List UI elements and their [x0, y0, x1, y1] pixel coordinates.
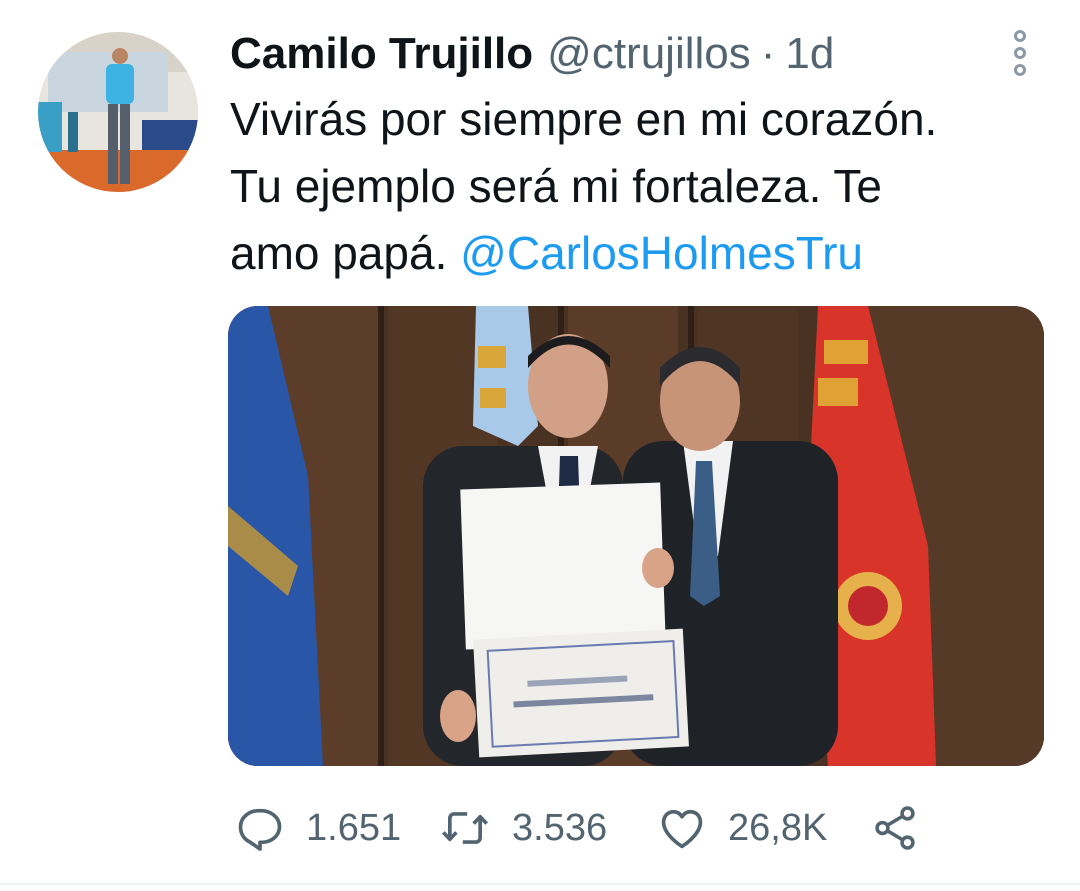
more-dot: [1014, 47, 1026, 59]
tweet-photo[interactable]: [228, 306, 1044, 766]
retweet-icon: [441, 812, 489, 844]
retweet-count: 3.536: [512, 806, 608, 849]
author-handle[interactable]: @ctrujillos: [547, 28, 751, 80]
reply-button[interactable]: 1.651: [234, 796, 401, 860]
tweet-action-bar: 1.651 3.536 26,8K: [230, 796, 950, 860]
author-avatar[interactable]: [38, 32, 198, 192]
share-button[interactable]: [870, 796, 920, 860]
tweet-text-line: amo papá. @CarlosHolmesTru: [230, 220, 1050, 287]
share-icon: [875, 806, 915, 850]
tweet-text-fragment: amo papá.: [230, 227, 461, 279]
tweet-header: Camilo Trujillo @ctrujillos · 1d: [230, 28, 834, 80]
more-dot: [1014, 30, 1026, 42]
tweet-text: Vivirás por siempre en mi corazón. Tu ej…: [230, 86, 1050, 287]
tweet-text-line: Vivirás por siempre en mi corazón.: [230, 93, 938, 145]
like-count: 26,8K: [728, 806, 828, 849]
more-dot: [1014, 64, 1026, 76]
reply-icon: [238, 808, 282, 851]
author-name[interactable]: Camilo Trujillo: [230, 28, 533, 80]
separator-dot: ·: [760, 29, 776, 78]
tweet-timestamp[interactable]: 1d: [785, 28, 834, 80]
mention-link[interactable]: @CarlosHolmesTru: [460, 227, 863, 279]
like-button[interactable]: 26,8K: [656, 796, 827, 860]
heart-icon: [661, 809, 703, 849]
divider: [0, 883, 1080, 885]
avatar-photo: [38, 32, 198, 192]
photo-image: [228, 306, 1044, 766]
reply-count: 1.651: [306, 806, 402, 849]
more-vertical-icon[interactable]: [1006, 30, 1034, 76]
tweet-text-line: Tu ejemplo será mi fortaleza. Te: [230, 160, 882, 212]
retweet-button[interactable]: 3.536: [438, 796, 607, 860]
